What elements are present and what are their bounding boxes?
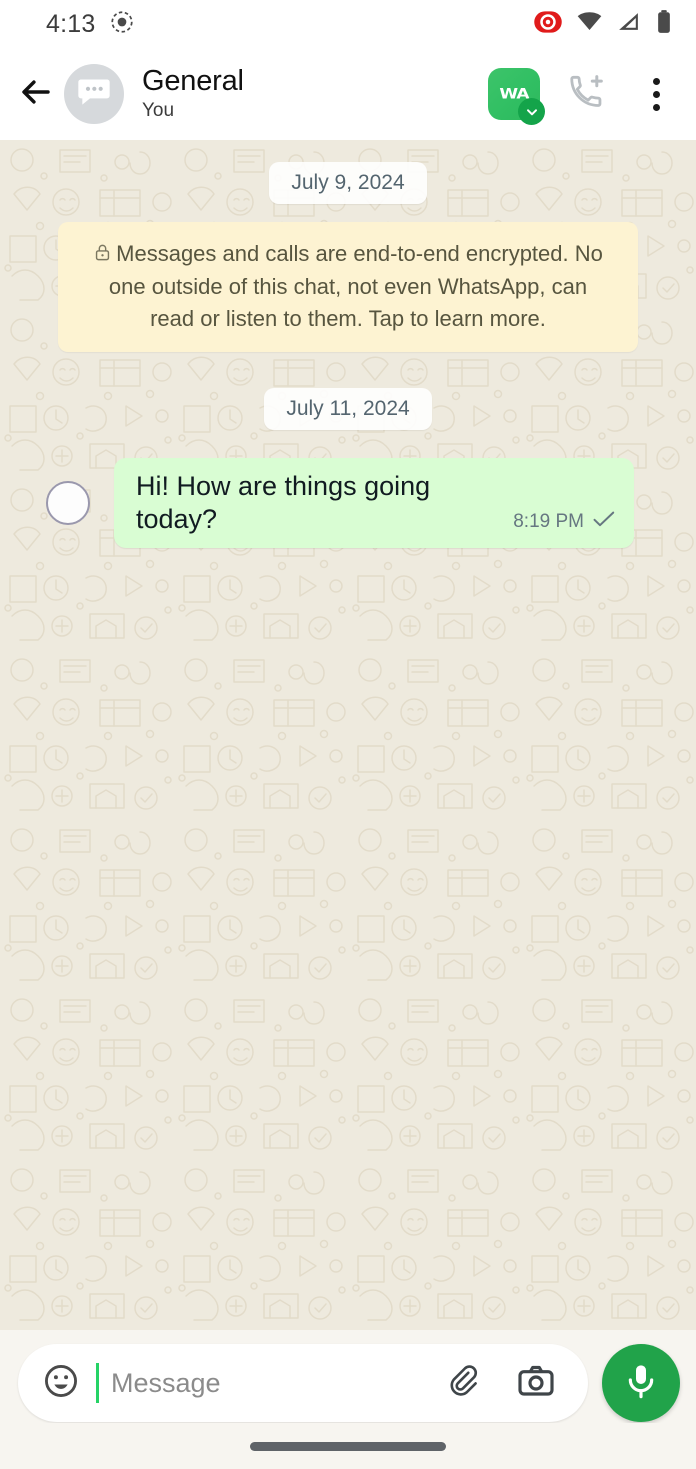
composer-actions (444, 1361, 556, 1406)
status-time: 4:13 (46, 9, 96, 38)
overflow-menu-button[interactable] (634, 70, 678, 118)
text-cursor (96, 1363, 99, 1403)
cellular-signal-icon (616, 9, 641, 39)
message-text: Hi! How are things going today? (136, 471, 431, 535)
message-input-placeholder[interactable]: Message (111, 1368, 444, 1399)
battery-full-icon (654, 9, 674, 40)
wifi-icon (576, 8, 603, 40)
recording-active-icon (533, 7, 563, 42)
encryption-notice-row: Messages and calls are end-to-end encryp… (0, 222, 696, 353)
message-select-checkbox[interactable] (46, 481, 90, 526)
message-row[interactable]: Hi! How are things going today? 8:19 PM (0, 458, 696, 549)
arrow-left-icon (18, 74, 54, 115)
screen-record-indicator-icon (109, 9, 135, 40)
encryption-notice[interactable]: Messages and calls are end-to-end encryp… (58, 222, 638, 353)
whatsapp-shortcut-icon[interactable]: WA (488, 68, 545, 125)
message-time: 8:19 PM (513, 510, 584, 532)
chat-message-list[interactable]: July 9, 2024 Messages and calls are end-… (0, 140, 696, 1330)
status-bar-left: 4:13 (46, 9, 135, 40)
message-bubble-outgoing[interactable]: Hi! How are things going today? 8:19 PM (114, 458, 634, 549)
camera-icon[interactable] (516, 1361, 556, 1406)
chat-title: General (142, 64, 244, 97)
back-button[interactable] (10, 68, 62, 120)
message-input-pill[interactable]: Message (18, 1344, 588, 1422)
phone-add-icon (566, 74, 608, 117)
date-chip: July 9, 2024 (269, 162, 427, 204)
message-meta: 8:19 PM (513, 510, 616, 536)
gesture-home-bar[interactable] (250, 1441, 446, 1451)
voice-message-button[interactable] (602, 1344, 680, 1422)
encryption-notice-text: Messages and calls are end-to-end encryp… (108, 241, 603, 331)
date-separator-row-2: July 11, 2024 (0, 388, 696, 431)
status-bar: 4:13 (0, 0, 696, 48)
emoji-icon[interactable] (42, 1362, 80, 1405)
avatar[interactable] (64, 64, 124, 124)
date-chip: July 11, 2024 (264, 388, 432, 431)
kebab-dot-1 (652, 77, 660, 85)
group-chat-bubble-icon (74, 72, 114, 117)
chat-content: July 9, 2024 Messages and calls are end-… (0, 140, 696, 549)
app-bar-actions: WA (488, 68, 678, 125)
chat-identity[interactable]: General You (142, 64, 488, 122)
kebab-dot-2 (652, 90, 660, 98)
attach-paperclip-icon[interactable] (444, 1363, 480, 1404)
lock-icon (93, 240, 112, 271)
status-bar-right (533, 7, 674, 42)
microphone-icon (621, 1361, 661, 1406)
chat-app-bar: General You WA (0, 48, 696, 140)
add-call-button[interactable] (566, 71, 608, 118)
date-separator-row-1: July 9, 2024 (0, 162, 696, 204)
single-check-icon (592, 510, 616, 533)
download-chevron-icon (518, 98, 545, 125)
system-navigation-bar (0, 1423, 696, 1469)
chat-subtitle: You (142, 100, 175, 122)
kebab-dot-3 (652, 103, 660, 111)
